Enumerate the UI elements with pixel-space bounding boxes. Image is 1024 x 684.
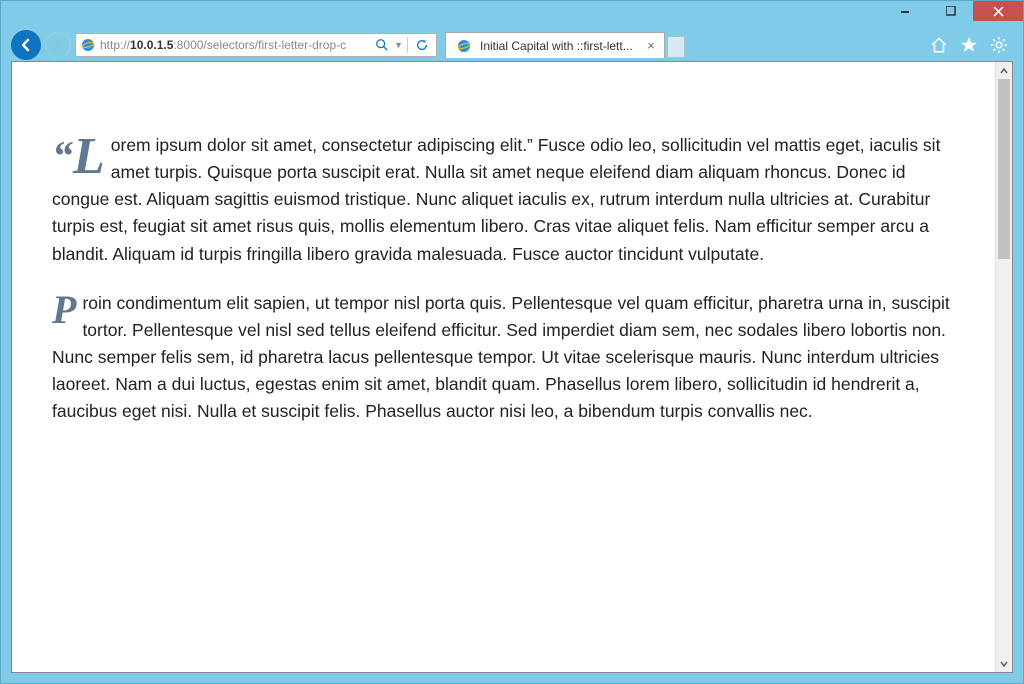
scroll-thumb[interactable] <box>998 79 1010 259</box>
chevron-down-icon <box>999 659 1009 669</box>
search-icon <box>375 38 389 52</box>
ie-icon <box>456 38 472 54</box>
content-area: “Lorem ipsum dolor sit amet, consectetur… <box>11 61 1013 673</box>
paragraph-1-body: orem ipsum dolor sit amet, consectetur a… <box>52 135 940 264</box>
scroll-down-button[interactable] <box>996 655 1012 672</box>
new-tab-button[interactable] <box>667 36 685 58</box>
tab-close-button[interactable]: × <box>644 39 658 53</box>
back-button[interactable] <box>11 30 41 60</box>
chevron-up-icon <box>999 66 1009 76</box>
maximize-button[interactable] <box>928 1 973 21</box>
home-icon <box>930 36 948 54</box>
vertical-scrollbar[interactable] <box>995 62 1012 672</box>
window-controls <box>883 1 1023 21</box>
titlebar <box>1 1 1023 29</box>
favorites-button[interactable] <box>959 35 979 55</box>
close-button[interactable] <box>973 1 1023 21</box>
tab-strip: Initial Capital with ::first-lett... × <box>445 32 685 58</box>
open-quote: “ <box>52 136 73 178</box>
scroll-track[interactable] <box>996 79 1012 655</box>
tab-active[interactable]: Initial Capital with ::first-lett... × <box>445 32 665 58</box>
toolbar-right <box>929 35 1017 55</box>
browser-window: http://10.0.1.5:8000/selectors/first-let… <box>0 0 1024 684</box>
paragraph-2-body: roin condimentum elit sapien, ut tempor … <box>52 293 950 422</box>
arrow-right-icon <box>52 39 64 51</box>
url-prefix: http:// <box>100 38 130 52</box>
forward-button[interactable] <box>45 32 71 58</box>
url-display[interactable]: http://10.0.1.5:8000/selectors/first-let… <box>100 38 372 52</box>
paragraph-2: Proin condimentum elit sapien, ut tempor… <box>52 290 955 426</box>
paragraph-1: “Lorem ipsum dolor sit amet, consectetur… <box>52 132 955 268</box>
arrow-left-icon <box>18 37 34 53</box>
close-icon <box>993 6 1004 17</box>
maximize-icon <box>946 6 956 16</box>
url-host: 10.0.1.5 <box>130 38 173 52</box>
url-rest: :8000/selectors/first-letter-drop-c <box>173 38 346 52</box>
gear-icon <box>990 36 1008 54</box>
refresh-button[interactable] <box>412 35 432 55</box>
toolbar: http://10.0.1.5:8000/selectors/first-let… <box>1 29 1023 61</box>
minimize-icon <box>901 6 911 16</box>
address-actions: ▼ <box>372 35 436 55</box>
page-content: “Lorem ipsum dolor sit amet, consectetur… <box>12 62 995 672</box>
ie-icon <box>80 37 96 53</box>
search-button[interactable] <box>372 35 392 55</box>
scroll-up-button[interactable] <box>996 62 1012 79</box>
refresh-icon <box>415 38 429 52</box>
star-icon <box>960 36 978 54</box>
tools-button[interactable] <box>989 35 1009 55</box>
home-button[interactable] <box>929 35 949 55</box>
dropdown-icon[interactable]: ▼ <box>394 40 403 50</box>
minimize-button[interactable] <box>883 1 928 21</box>
address-bar[interactable]: http://10.0.1.5:8000/selectors/first-let… <box>75 33 437 57</box>
drop-cap-1: L <box>73 136 105 178</box>
drop-cap-2: P <box>52 294 76 326</box>
divider <box>407 37 408 53</box>
tab-title: Initial Capital with ::first-lett... <box>480 39 640 53</box>
